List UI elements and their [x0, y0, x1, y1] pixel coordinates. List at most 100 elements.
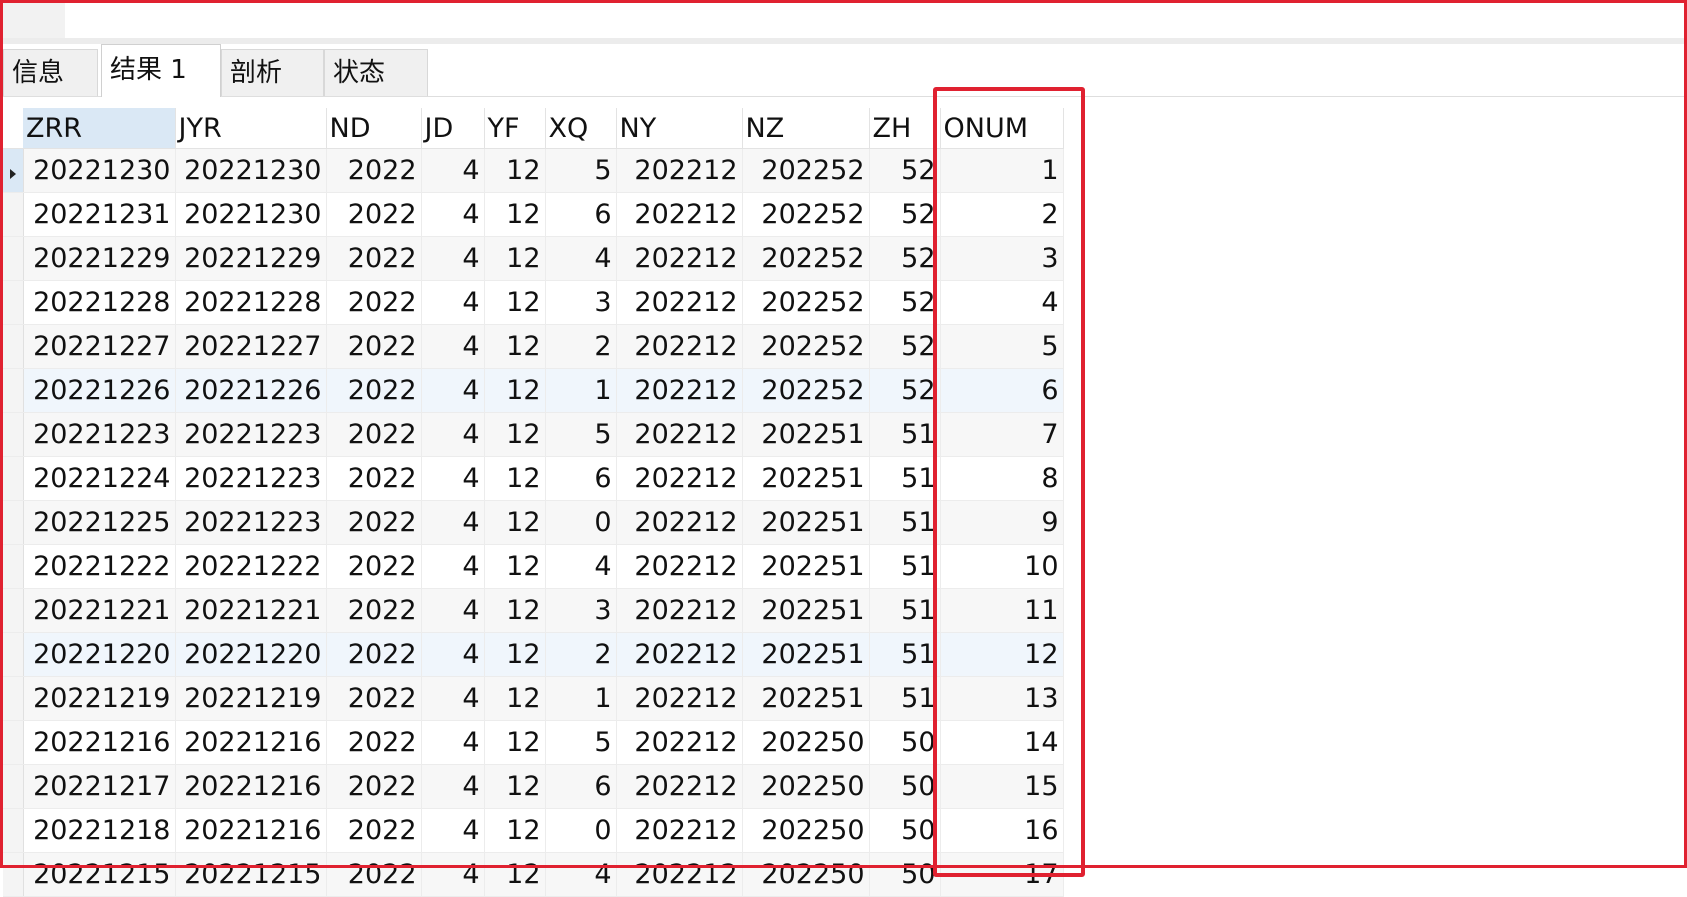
cell-xq[interactable]: 3 — [545, 588, 617, 633]
column-header-onum[interactable]: ONUM — [940, 108, 1064, 149]
cell-xq[interactable]: 2 — [545, 324, 617, 369]
table-row[interactable]: 20221229 20221229 2022 4 12 4 202212 202252 52 3 — [3, 236, 1064, 281]
cell-ny[interactable]: 202212 — [616, 412, 743, 457]
row-selector[interactable] — [3, 720, 24, 765]
cell-ny[interactable]: 202212 — [616, 148, 743, 193]
table-row[interactable]: 20221217 20221216 2022 4 12 6 202212 202250 50 15 — [3, 764, 1064, 809]
cell-ny[interactable]: 202212 — [616, 500, 743, 545]
cell-zrr[interactable]: 20221216 — [23, 720, 176, 765]
cell-xq[interactable]: 1 — [545, 368, 617, 413]
cell-jd[interactable]: 4 — [421, 500, 485, 545]
cell-jyr[interactable]: 20221216 — [175, 808, 327, 853]
row-selector[interactable] — [3, 148, 24, 193]
cell-xq[interactable]: 2 — [545, 632, 617, 677]
cell-ny[interactable]: 202212 — [616, 676, 743, 721]
row-selector[interactable] — [3, 632, 24, 677]
cell-zrr[interactable]: 20221221 — [23, 588, 176, 633]
row-selector[interactable] — [3, 588, 24, 633]
cell-jyr[interactable]: 20221222 — [175, 544, 327, 589]
cell-onum[interactable]: 10 — [940, 544, 1064, 589]
column-header-jd[interactable]: JD — [421, 108, 485, 149]
tab-status[interactable]: 状态 — [324, 49, 428, 96]
cell-zh[interactable]: 51 — [869, 500, 941, 545]
cell-yf[interactable]: 12 — [484, 324, 546, 369]
cell-jd[interactable]: 4 — [421, 192, 485, 237]
cell-zrr[interactable]: 20221215 — [23, 852, 176, 897]
cell-nz[interactable]: 202251 — [742, 676, 870, 721]
cell-jd[interactable]: 4 — [421, 632, 485, 677]
cell-nz[interactable]: 202252 — [742, 236, 870, 281]
table-row[interactable]: 20221222 20221222 2022 4 12 4 202212 202251 51 10 — [3, 544, 1064, 589]
cell-nd[interactable]: 2022 — [326, 544, 422, 589]
cell-jd[interactable]: 4 — [421, 852, 485, 897]
cell-onum[interactable]: 8 — [940, 456, 1064, 501]
cell-zrr[interactable]: 20221227 — [23, 324, 176, 369]
cell-zrr[interactable]: 20221219 — [23, 676, 176, 721]
cell-jd[interactable]: 4 — [421, 588, 485, 633]
cell-jyr[interactable]: 20221216 — [175, 764, 327, 809]
cell-zh[interactable]: 51 — [869, 632, 941, 677]
cell-zh[interactable]: 51 — [869, 676, 941, 721]
cell-xq[interactable]: 0 — [545, 808, 617, 853]
cell-nd[interactable]: 2022 — [326, 368, 422, 413]
cell-xq[interactable]: 6 — [545, 764, 617, 809]
cell-zh[interactable]: 52 — [869, 280, 941, 325]
cell-onum[interactable]: 1 — [940, 148, 1064, 193]
cell-jd[interactable]: 4 — [421, 544, 485, 589]
cell-yf[interactable]: 12 — [484, 588, 546, 633]
table-row[interactable]: 20221231 20221230 2022 4 12 6 202212 202252 52 2 — [3, 192, 1064, 237]
cell-yf[interactable]: 12 — [484, 544, 546, 589]
cell-ny[interactable]: 202212 — [616, 324, 743, 369]
cell-jyr[interactable]: 20221230 — [175, 148, 327, 193]
table-row[interactable]: 20221220 20221220 2022 4 12 2 202212 202251 51 12 — [3, 632, 1064, 677]
cell-ny[interactable]: 202212 — [616, 192, 743, 237]
cell-ny[interactable]: 202212 — [616, 236, 743, 281]
cell-zrr[interactable]: 20221225 — [23, 500, 176, 545]
cell-onum[interactable]: 13 — [940, 676, 1064, 721]
cell-nd[interactable]: 2022 — [326, 192, 422, 237]
column-header-jyr[interactable]: JYR — [175, 108, 327, 149]
row-selector[interactable] — [3, 236, 24, 281]
cell-nd[interactable]: 2022 — [326, 720, 422, 765]
cell-nd[interactable]: 2022 — [326, 808, 422, 853]
cell-yf[interactable]: 12 — [484, 236, 546, 281]
cell-zh[interactable]: 51 — [869, 412, 941, 457]
row-selector[interactable] — [3, 852, 24, 897]
cell-xq[interactable]: 3 — [545, 280, 617, 325]
cell-xq[interactable]: 4 — [545, 852, 617, 897]
column-header-zh[interactable]: ZH — [869, 108, 941, 149]
cell-onum[interactable]: 5 — [940, 324, 1064, 369]
cell-jyr[interactable]: 20221219 — [175, 676, 327, 721]
cell-zh[interactable]: 50 — [869, 852, 941, 897]
cell-jyr[interactable]: 20221216 — [175, 720, 327, 765]
tab-result-1[interactable]: 结果 1 — [101, 44, 221, 97]
cell-zrr[interactable]: 20221228 — [23, 280, 176, 325]
cell-xq[interactable]: 5 — [545, 412, 617, 457]
table-row[interactable]: 20221218 20221216 2022 4 12 0 202212 202250 50 16 — [3, 808, 1064, 853]
cell-zh[interactable]: 52 — [869, 236, 941, 281]
cell-ny[interactable]: 202212 — [616, 456, 743, 501]
cell-nd[interactable]: 2022 — [326, 236, 422, 281]
column-header-nz[interactable]: NZ — [742, 108, 870, 149]
cell-xq[interactable]: 1 — [545, 676, 617, 721]
cell-ny[interactable]: 202212 — [616, 764, 743, 809]
column-header-zrr[interactable]: ZRR — [23, 108, 176, 149]
cell-onum[interactable]: 4 — [940, 280, 1064, 325]
cell-jyr[interactable]: 20221227 — [175, 324, 327, 369]
cell-ny[interactable]: 202212 — [616, 632, 743, 677]
cell-yf[interactable]: 12 — [484, 412, 546, 457]
table-row[interactable]: 20221219 20221219 2022 4 12 1 202212 202251 51 13 — [3, 676, 1064, 721]
table-row[interactable]: 20221227 20221227 2022 4 12 2 202212 202252 52 5 — [3, 324, 1064, 369]
column-header-ny[interactable]: NY — [616, 108, 743, 149]
column-header-yf[interactable]: YF — [484, 108, 546, 149]
cell-zh[interactable]: 52 — [869, 368, 941, 413]
cell-nd[interactable]: 2022 — [326, 764, 422, 809]
cell-zrr[interactable]: 20221226 — [23, 368, 176, 413]
table-row[interactable]: 20221228 20221228 2022 4 12 3 202212 202252 52 4 — [3, 280, 1064, 325]
cell-nd[interactable]: 2022 — [326, 852, 422, 897]
cell-jd[interactable]: 4 — [421, 324, 485, 369]
cell-yf[interactable]: 12 — [484, 676, 546, 721]
cell-xq[interactable]: 6 — [545, 192, 617, 237]
cell-yf[interactable]: 12 — [484, 632, 546, 677]
cell-onum[interactable]: 11 — [940, 588, 1064, 633]
